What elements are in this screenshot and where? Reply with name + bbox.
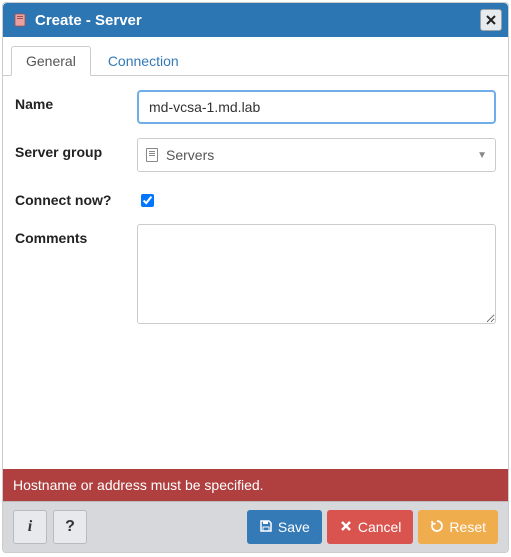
reset-icon [430,519,444,536]
form-general: Name Server group Servers ▼ Connect now? [3,76,508,469]
comments-label: Comments [15,224,137,327]
comments-textarea[interactable] [137,224,496,324]
save-icon [259,519,273,536]
connectnow-label: Connect now? [15,186,137,210]
chevron-down-icon: ▼ [477,150,487,161]
dialog-title: Create - Server [35,12,142,29]
info-icon: i [28,518,32,536]
info-button[interactable]: i [13,510,47,544]
close-icon [486,12,496,28]
close-button[interactable] [480,9,502,31]
dialog-footer: i ? Save Cancel [3,501,508,552]
cancel-icon [339,519,353,536]
cancel-button[interactable]: Cancel [327,510,414,544]
save-button[interactable]: Save [247,510,322,544]
servergroup-label: Server group [15,138,137,172]
server-icon [13,13,27,27]
dialog-titlebar: Create - Server [3,3,508,37]
servergroup-select[interactable]: Servers ▼ [137,138,496,172]
reset-button[interactable]: Reset [418,510,498,544]
cancel-label: Cancel [358,519,402,535]
connectnow-checkbox[interactable] [141,194,154,207]
name-label: Name [15,90,137,124]
servergroup-value: Servers [166,147,214,163]
name-input[interactable] [137,90,496,124]
tab-connection[interactable]: Connection [93,46,194,76]
create-server-dialog: Create - Server General Connection Name … [2,2,509,553]
help-button[interactable]: ? [53,510,87,544]
error-message: Hostname or address must be specified. [3,469,508,501]
tabs: General Connection [3,37,508,76]
tab-general[interactable]: General [11,46,91,76]
reset-label: Reset [449,519,486,535]
servers-icon [146,148,158,162]
help-icon: ? [65,518,75,536]
save-label: Save [278,519,310,535]
